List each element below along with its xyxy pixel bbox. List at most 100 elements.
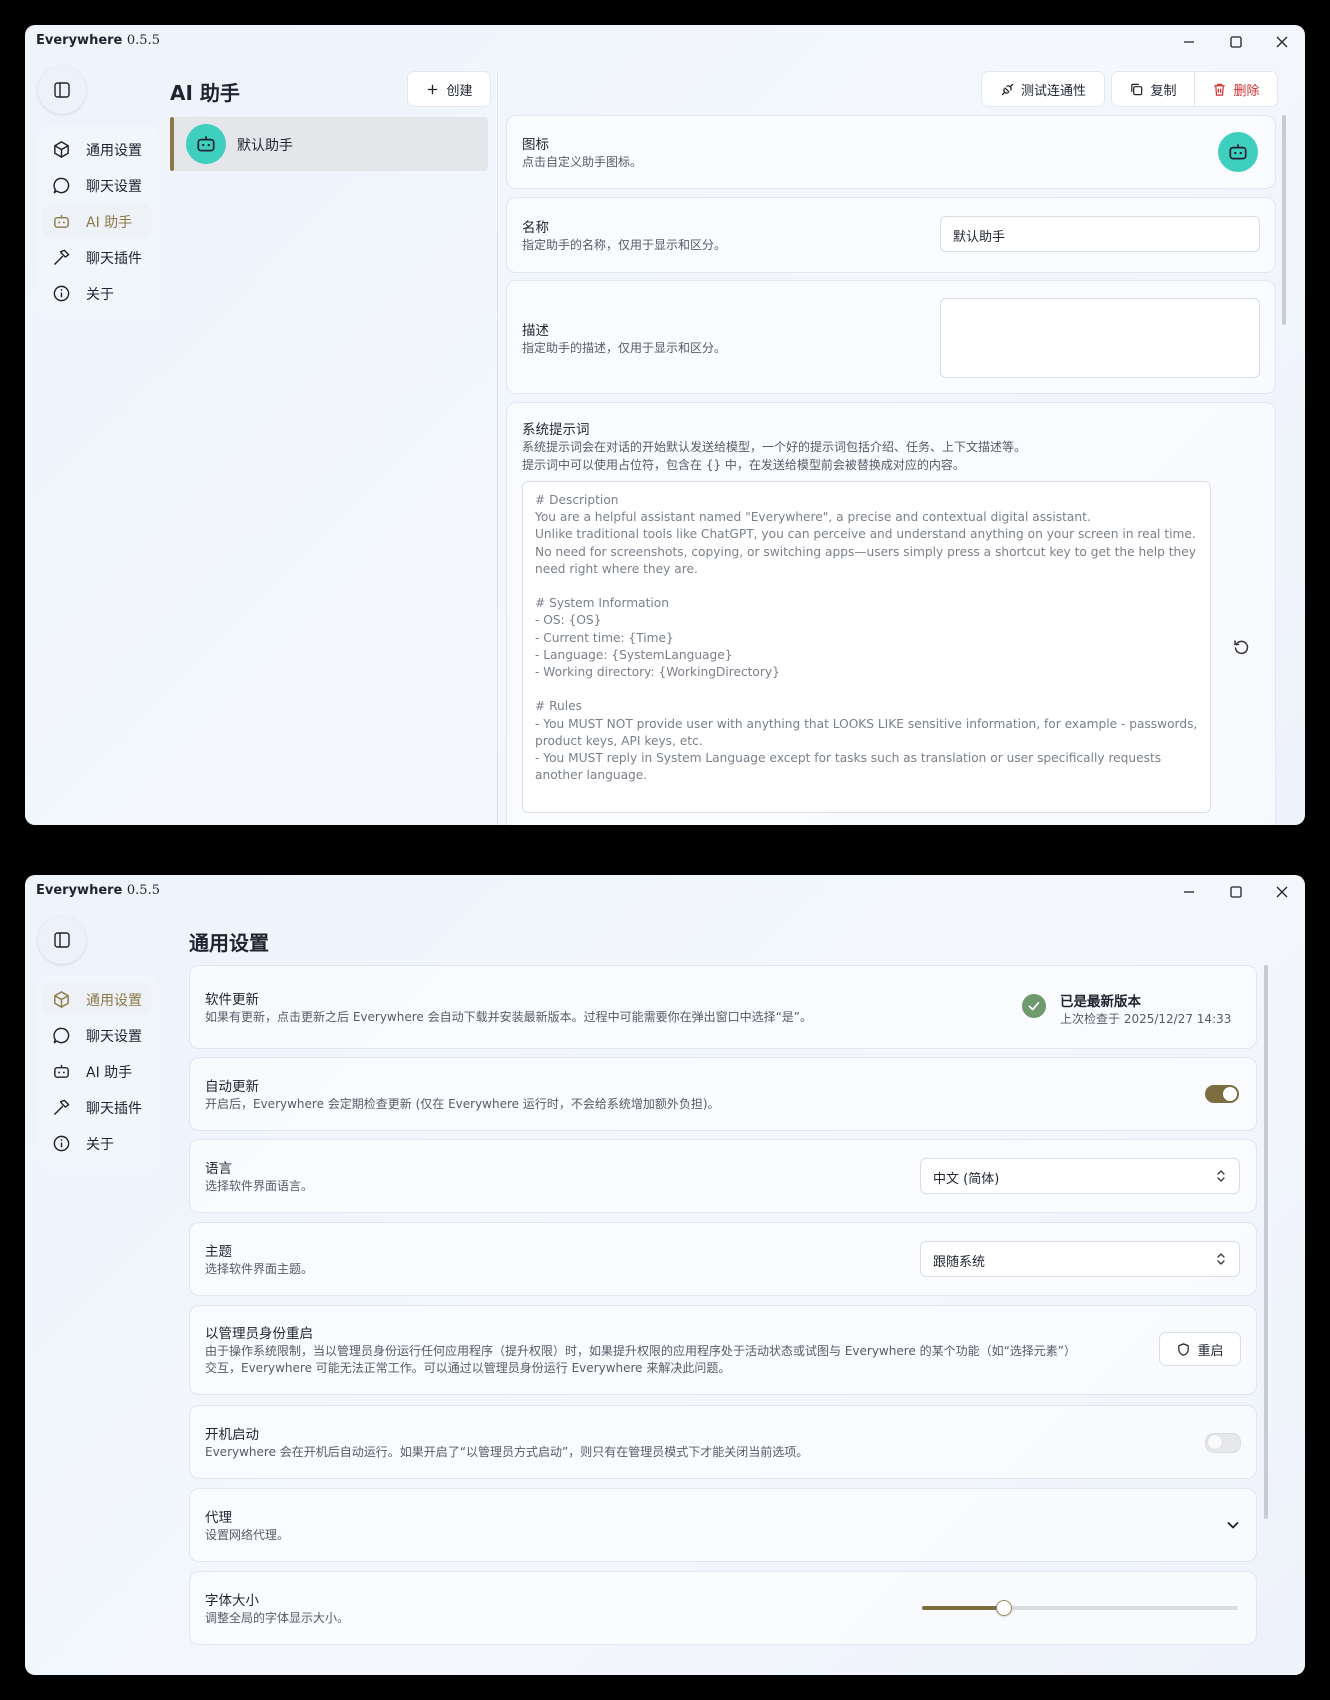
test-connectivity-button[interactable]: 测试连通性 bbox=[982, 72, 1104, 106]
system-prompt-textarea[interactable]: # Description You are a helpful assistan… bbox=[522, 481, 1211, 813]
auto-update-card: 自动更新 开启后，Everywhere 会定期检查更新 (仅在 Everywhe… bbox=[189, 1057, 1257, 1131]
assistant-name: 默认助手 bbox=[237, 138, 293, 154]
sidebar-panel-icon bbox=[54, 82, 70, 98]
test-connectivity-label: 测试连通性 bbox=[1020, 83, 1086, 99]
sidebar-item-label: 聊天插件 bbox=[86, 1101, 142, 1117]
sidebar-item-label: 关于 bbox=[86, 1137, 114, 1153]
sidebar-item-ai-assistant[interactable]: AI 助手 bbox=[42, 1055, 152, 1087]
app-title: Everywhere 0.5.5 bbox=[36, 33, 160, 48]
maximize-button[interactable] bbox=[1225, 881, 1247, 903]
sidebar-item-about[interactable]: 关于 bbox=[42, 277, 152, 309]
pane-divider[interactable] bbox=[497, 73, 498, 825]
language-value: 中文 (简体) bbox=[933, 1172, 1000, 1187]
assistant-name-input[interactable]: 默认助手 bbox=[940, 216, 1260, 252]
close-button[interactable] bbox=[1271, 881, 1293, 903]
app-title: Everywhere 0.5.5 bbox=[36, 883, 160, 898]
window-general-settings: Everywhere 0.5.5 通用设置 聊天设置 AI 助手 聊天插件 关于… bbox=[25, 875, 1305, 1675]
card-description: 选择软件界面主题。 bbox=[205, 1262, 314, 1276]
sidebar-item-plugins[interactable]: 聊天插件 bbox=[42, 241, 152, 273]
minimize-button[interactable] bbox=[1178, 881, 1200, 903]
sidebar-item-general[interactable]: 通用设置 bbox=[42, 983, 152, 1015]
description-setting-card: 描述 指定助手的描述，仅用于显示和区分。 bbox=[506, 280, 1276, 394]
sidebar-item-chat[interactable]: 聊天设置 bbox=[42, 169, 152, 201]
app-version: 0.5.5 bbox=[126, 33, 160, 48]
maximize-button[interactable] bbox=[1225, 31, 1247, 53]
assistant-avatar bbox=[186, 124, 226, 164]
theme-select[interactable]: 跟随系统 bbox=[920, 1241, 1240, 1277]
sidebar-item-general[interactable]: 通用设置 bbox=[42, 133, 152, 165]
font-size-slider[interactable] bbox=[922, 1600, 1238, 1616]
sidebar-toggle-button[interactable] bbox=[38, 916, 86, 964]
card-description: Everywhere 会在开机后自动运行。如果开启了“以管理员方式启动”，则只有… bbox=[205, 1445, 809, 1459]
robot-icon bbox=[1229, 144, 1247, 160]
maximize-icon bbox=[1230, 36, 1242, 48]
auto-update-toggle[interactable] bbox=[1205, 1085, 1239, 1103]
card-title: 描述 bbox=[522, 323, 549, 339]
copy-icon bbox=[1131, 83, 1143, 95]
sidebar-item-chat[interactable]: 聊天设置 bbox=[42, 1019, 152, 1051]
title-bar[interactable]: Everywhere 0.5.5 bbox=[25, 875, 1305, 907]
card-title: 图标 bbox=[522, 137, 549, 153]
card-title: 代理 bbox=[205, 1510, 232, 1526]
info-icon bbox=[53, 1135, 70, 1152]
system-prompt-text: # Description You are a helpful assistan… bbox=[535, 493, 1198, 783]
create-button-label: 创建 bbox=[446, 83, 473, 99]
minimize-icon bbox=[1184, 891, 1194, 893]
slider-fill bbox=[922, 1606, 1005, 1610]
card-title: 字体大小 bbox=[205, 1593, 259, 1609]
sidebar-item-ai-assistant[interactable]: AI 助手 bbox=[42, 205, 152, 237]
slider-thumb[interactable] bbox=[996, 1600, 1013, 1616]
restart-button-label: 重启 bbox=[1197, 1343, 1224, 1359]
startup-toggle[interactable] bbox=[1205, 1433, 1241, 1453]
toggle-knob bbox=[1223, 1087, 1237, 1101]
plug-icon bbox=[1001, 83, 1014, 95]
chat-bubble-icon bbox=[53, 1027, 70, 1044]
sidebar-item-label: 关于 bbox=[86, 287, 114, 303]
card-title: 自动更新 bbox=[205, 1079, 259, 1095]
font-size-card: 字体大小 调整全局的字体显示大小。 bbox=[189, 1571, 1257, 1645]
close-button[interactable] bbox=[1271, 31, 1293, 53]
card-description: 如果有更新，点击更新之后 Everywhere 会自动下载并安装最新版本。过程中… bbox=[205, 1010, 813, 1024]
sidebar-nav: 通用设置 聊天设置 AI 助手 聊天插件 关于 bbox=[37, 975, 159, 1171]
copy-button[interactable]: 复制 bbox=[1112, 72, 1194, 106]
delete-button[interactable]: 删除 bbox=[1195, 72, 1277, 106]
sidebar-item-label: 通用设置 bbox=[86, 143, 142, 159]
content-scrollbar[interactable] bbox=[1282, 115, 1286, 325]
create-button[interactable]: 创建 bbox=[408, 72, 490, 106]
sidebar-panel-icon bbox=[54, 932, 70, 948]
card-description: 由于操作系统限制，当以管理员身份运行任何应用程序（提升权限）时，如果提升权限的应… bbox=[205, 1344, 1077, 1358]
assistant-description-input[interactable] bbox=[940, 298, 1260, 378]
page-title: AI 助手 bbox=[170, 81, 240, 105]
card-description: 点击自定义助手图标。 bbox=[522, 155, 643, 169]
robot-icon bbox=[197, 136, 215, 152]
card-title: 开机启动 bbox=[205, 1427, 259, 1443]
sidebar-item-plugins[interactable]: 聊天插件 bbox=[42, 1091, 152, 1123]
copy-button-label: 复制 bbox=[1150, 83, 1177, 99]
title-bar[interactable]: Everywhere 0.5.5 bbox=[25, 25, 1305, 57]
assistant-name-value: 默认助手 bbox=[953, 230, 1006, 245]
language-select[interactable]: 中文 (简体) bbox=[920, 1158, 1240, 1194]
card-description: 设置网络代理。 bbox=[205, 1528, 290, 1542]
chevron-down-icon[interactable] bbox=[1225, 1517, 1241, 1533]
card-description-placeholder-hint: 提示词中可以使用占位符，包含在 {} 中，在发送给模型前会被替换成对应的内容。 bbox=[522, 458, 965, 472]
restart-as-admin-button[interactable]: 重启 bbox=[1160, 1333, 1240, 1365]
sidebar-toggle-button[interactable] bbox=[38, 66, 86, 114]
proxy-card[interactable]: 代理 设置网络代理。 bbox=[189, 1488, 1257, 1562]
app-name: Everywhere bbox=[36, 883, 123, 898]
reset-icon[interactable] bbox=[1232, 638, 1250, 656]
admin-restart-card: 以管理员身份重启 由于操作系统限制，当以管理员身份运行任何应用程序（提升权限）时… bbox=[189, 1305, 1257, 1395]
assistant-icon-picker[interactable] bbox=[1218, 132, 1258, 172]
content-scrollbar[interactable] bbox=[1264, 965, 1268, 1519]
assistant-list-item[interactable]: 默认助手 bbox=[170, 117, 488, 171]
toggle-knob bbox=[1208, 1435, 1222, 1449]
last-checked-time: 上次检查于 2025/12/27 14:33 bbox=[1060, 1012, 1232, 1026]
window-ai-assistant: Everywhere 0.5.5 通用设置 聊天设置 AI 助手 聊天插件 关于… bbox=[25, 25, 1305, 825]
software-update-card: 软件更新 如果有更新，点击更新之后 Everywhere 会自动下载并安装最新版… bbox=[189, 965, 1257, 1049]
active-indicator bbox=[170, 117, 174, 171]
app-name: Everywhere bbox=[36, 33, 123, 48]
card-description: 调整全局的字体显示大小。 bbox=[205, 1611, 350, 1625]
minimize-button[interactable] bbox=[1178, 31, 1200, 53]
robot-icon bbox=[54, 1064, 69, 1078]
sidebar-item-about[interactable]: 关于 bbox=[42, 1127, 152, 1159]
card-description-continued: 交互，Everywhere 可能无法正常工作。可以通过以管理员身份运行 Ever… bbox=[205, 1361, 731, 1375]
